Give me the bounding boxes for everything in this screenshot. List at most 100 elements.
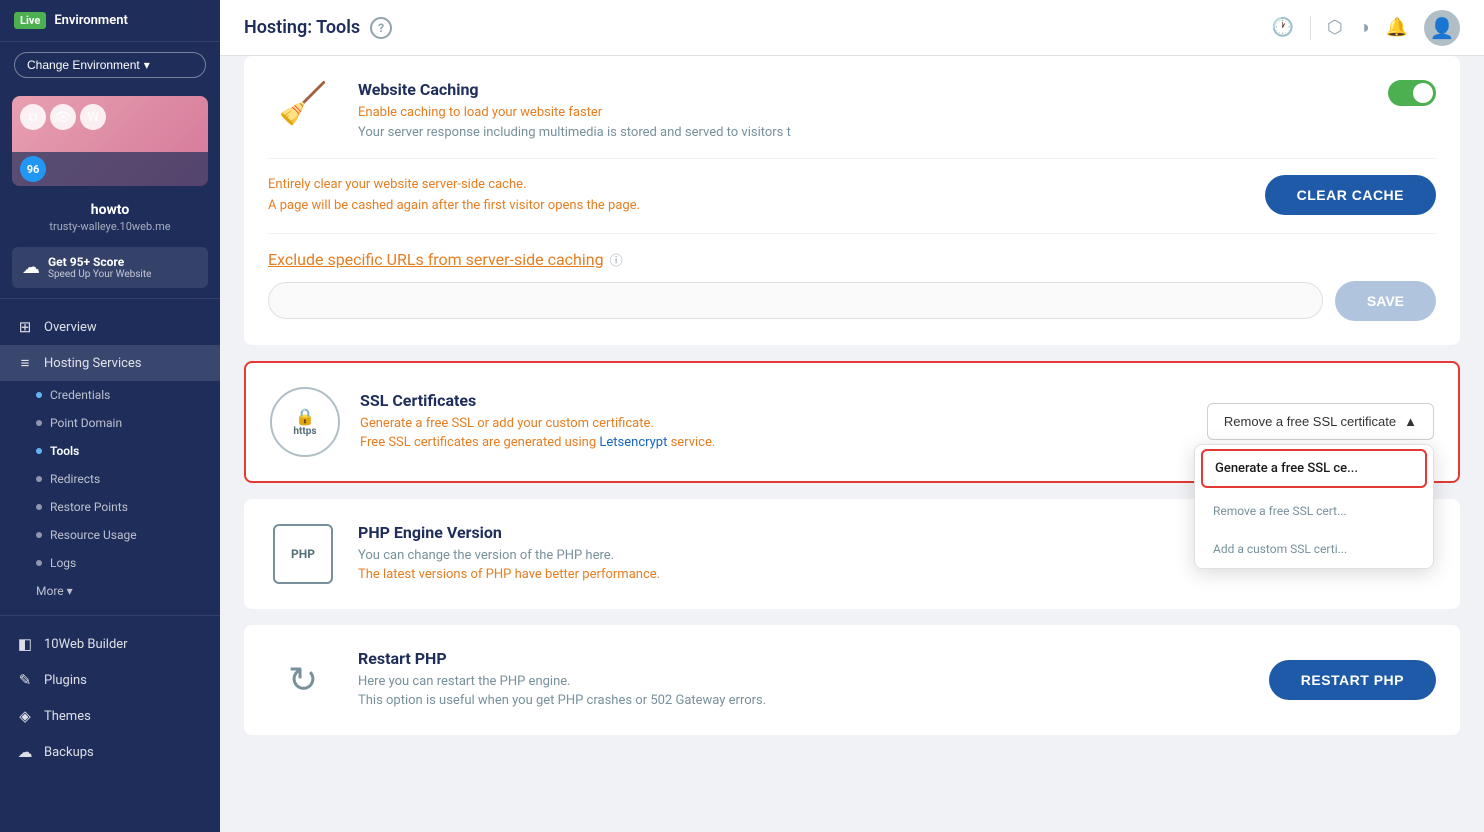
sub-dot-icon xyxy=(36,448,42,454)
sidebar-header: Live Environment xyxy=(0,0,220,42)
restart-php-button[interactable]: RESTART PHP xyxy=(1269,660,1436,700)
sub-item-label: Tools xyxy=(50,444,79,458)
sub-dot-icon xyxy=(36,476,42,482)
site-name: howto xyxy=(0,194,220,220)
restart-php-desc1: Here you can restart the PHP engine. xyxy=(358,672,1249,692)
layers-icon: ⧉ xyxy=(20,104,46,130)
caching-desc2: Your server response including multimedi… xyxy=(358,123,1368,143)
live-badge: Live xyxy=(14,12,46,29)
speed-title: Get 95+ Score xyxy=(48,255,151,269)
caching-toggle[interactable] xyxy=(1388,80,1436,106)
ssl-option-generate[interactable]: Generate a free SSL ce... xyxy=(1201,449,1427,488)
ssl-dropdown-button[interactable]: Remove a free SSL certificate ▲ xyxy=(1207,403,1434,440)
more-link[interactable]: More ▾ xyxy=(0,577,220,605)
change-environment-button[interactable]: Change Environment ▾ xyxy=(14,52,206,78)
speed-banner[interactable]: ☁ Get 95+ Score Speed Up Your Website xyxy=(12,247,208,288)
sub-dot-icon xyxy=(36,504,42,510)
ssl-desc2: Free SSL certificates are generated usin… xyxy=(360,433,1187,453)
php-icon: PHP xyxy=(273,524,333,584)
sub-item-label: Point Domain xyxy=(50,416,122,430)
info-icon[interactable]: ⓘ xyxy=(610,250,623,269)
sidebar-item-backups[interactable]: ☁ Backups xyxy=(0,734,220,770)
chart-icon[interactable]: ⬡ xyxy=(1327,17,1343,38)
sidebar-item-label: Backups xyxy=(44,745,94,760)
themes-icon: ◈ xyxy=(16,707,34,725)
backups-icon: ☁ xyxy=(16,743,34,761)
letsencrypt-link[interactable]: Letsencrypt xyxy=(599,435,667,450)
exclude-urls-label: Exclude specific URLs from server-side c… xyxy=(268,250,604,269)
url-exclude-input[interactable] xyxy=(268,282,1323,319)
sidebar-item-restore-points[interactable]: Restore Points xyxy=(0,493,220,521)
ssl-option-remove[interactable]: Remove a free SSL cert... xyxy=(1195,492,1433,530)
ssl-dropdown-menu: Generate a free SSL ce... Remove a free … xyxy=(1194,444,1434,569)
ssl-card: 🔒 https SSL Certificates Generate a free… xyxy=(244,361,1460,483)
sub-item-label: Credentials xyxy=(50,388,110,402)
divider xyxy=(1310,16,1311,40)
ssl-title: SSL Certificates xyxy=(360,391,1187,410)
speed-icon: ☁ xyxy=(22,257,40,278)
sidebar-item-point-domain[interactable]: Point Domain xyxy=(0,409,220,437)
avatar[interactable]: 👤 xyxy=(1424,10,1460,46)
sidebar-item-resource-usage[interactable]: Resource Usage xyxy=(0,521,220,549)
speed-subtitle: Speed Up Your Website xyxy=(48,269,151,280)
page-title: Hosting: Tools xyxy=(244,17,360,38)
sub-item-label: Logs xyxy=(50,556,76,570)
sub-item-label: Redirects xyxy=(50,472,100,486)
chevron-up-icon: ▲ xyxy=(1404,414,1417,429)
main-content: Hosting: Tools ? 🕐 ⬡ ◑ 🔔 👤 🧹 Website Cac… xyxy=(220,0,1484,832)
sidebar-item-overview[interactable]: ⊞ Overview xyxy=(0,309,220,345)
site-card: ⧉ 👁 W 96 xyxy=(12,96,208,186)
ssl-selected-option: Remove a free SSL certificate xyxy=(1224,414,1396,429)
sidebar-item-plugins[interactable]: ✎ Plugins xyxy=(0,662,220,698)
sidebar: Live Environment Change Environment ▾ ⧉ … xyxy=(0,0,220,832)
sidebar-item-label: Overview xyxy=(44,320,97,335)
restart-php-card: ↻ Restart PHP Here you can restart the P… xyxy=(244,625,1460,735)
sub-dot-icon xyxy=(36,420,42,426)
sidebar-item-label: Hosting Services xyxy=(44,356,142,371)
clear-cache-text2: A page will be cashed again after the fi… xyxy=(268,196,640,217)
caching-desc1: Enable caching to load your website fast… xyxy=(358,103,1368,123)
sidebar-item-logs[interactable]: Logs xyxy=(0,549,220,577)
help-icon[interactable]: ? xyxy=(370,17,392,39)
content-area: 🧹 Website Caching Enable caching to load… xyxy=(220,56,1484,832)
clear-cache-text1: Entirely clear your website server-side … xyxy=(268,175,640,196)
bottom-nav-section: ◧ 10Web Builder ✎ Plugins ◈ Themes ☁ Bac… xyxy=(0,620,220,776)
sidebar-item-themes[interactable]: ◈ Themes xyxy=(0,698,220,734)
hosting-icon: ≡ xyxy=(16,354,34,372)
bell-icon[interactable]: 🔔 xyxy=(1386,17,1408,38)
ssl-dropdown-container: Remove a free SSL certificate ▲ Generate… xyxy=(1207,403,1434,440)
builder-icon: ◧ xyxy=(16,635,34,653)
topbar: Hosting: Tools ? 🕐 ⬡ ◑ 🔔 👤 xyxy=(220,0,1484,56)
broom-icon: 🧹 xyxy=(278,80,328,127)
https-icon: 🔒 https xyxy=(270,387,340,457)
clock-icon[interactable]: 🕐 xyxy=(1272,17,1294,38)
environment-label: Environment xyxy=(54,13,128,28)
restart-php-desc2: This option is useful when you get PHP c… xyxy=(358,691,1249,711)
sub-item-label: Resource Usage xyxy=(50,528,137,542)
moon-icon[interactable]: ◑ xyxy=(1359,17,1370,38)
caching-title: Website Caching xyxy=(358,80,1368,99)
overview-icon: ⊞ xyxy=(16,318,34,336)
eye-icon: 👁 xyxy=(50,104,76,130)
clear-cache-section: Entirely clear your website server-side … xyxy=(268,175,1436,217)
ssl-option-custom[interactable]: Add a custom SSL certi... xyxy=(1195,530,1433,568)
wordpress-icon: W xyxy=(80,104,106,130)
more-label: More ▾ xyxy=(36,584,73,598)
nav-section: ⊞ Overview ≡ Hosting Services Credential… xyxy=(0,303,220,611)
restart-icon: ↻ xyxy=(288,659,318,701)
sidebar-item-10web-builder[interactable]: ◧ 10Web Builder xyxy=(0,626,220,662)
sub-dot-icon xyxy=(36,392,42,398)
plugins-icon: ✎ xyxy=(16,671,34,689)
sidebar-item-label: 10Web Builder xyxy=(44,637,128,652)
sidebar-item-redirects[interactable]: Redirects xyxy=(0,465,220,493)
score-badge: 96 xyxy=(20,156,46,182)
clear-cache-button[interactable]: CLEAR CACHE xyxy=(1265,175,1436,215)
sidebar-item-credentials[interactable]: Credentials xyxy=(0,381,220,409)
sub-dot-icon xyxy=(36,532,42,538)
save-button[interactable]: SAVE xyxy=(1335,281,1436,321)
sidebar-item-tools[interactable]: Tools xyxy=(0,437,220,465)
ssl-desc1: Generate a free SSL or add your custom c… xyxy=(360,414,1187,434)
restart-php-title: Restart PHP xyxy=(358,649,1249,668)
sidebar-item-label: Plugins xyxy=(44,673,87,688)
sidebar-item-hosting-services[interactable]: ≡ Hosting Services xyxy=(0,345,220,381)
